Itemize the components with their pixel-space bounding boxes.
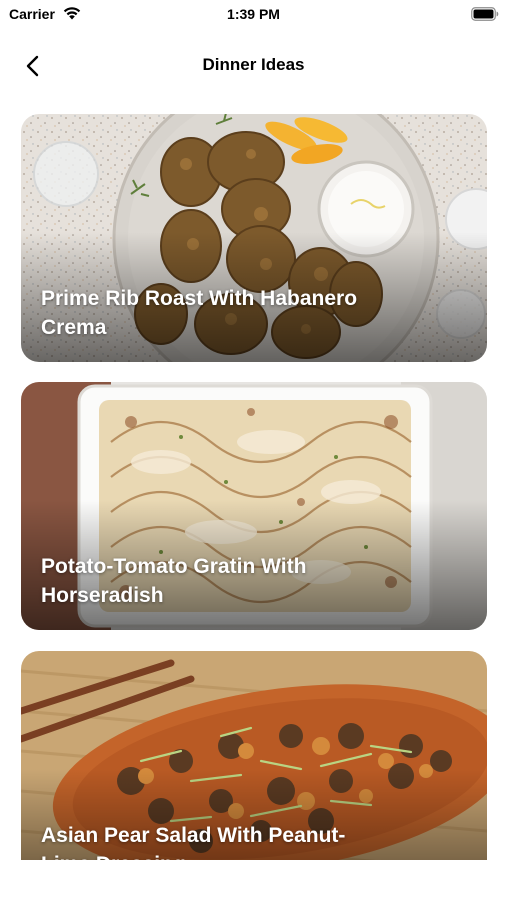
recipe-card[interactable]: Prime Rib Roast With Habanero Crema <box>21 114 487 362</box>
recipe-list[interactable]: Prime Rib Roast With Habanero Crema Pota… <box>21 114 487 860</box>
navigation-bar: Dinner Ideas <box>0 44 507 88</box>
recipe-title: Asian Pear Salad With Peanut-Lime Dressi… <box>41 824 346 860</box>
recipe-card[interactable]: Asian Pear Salad With Peanut-Lime Dressi… <box>21 651 487 860</box>
recipe-title: Potato-Tomato Gratin With Horseradish <box>41 555 307 607</box>
page-title: Dinner Ideas <box>202 55 305 74</box>
recipe-card[interactable]: Potato-Tomato Gratin With Horseradish <box>21 382 487 630</box>
status-time: 1:39 PM <box>227 6 280 22</box>
battery-icon <box>471 7 499 21</box>
status-bar: Carrier 1:39 PM <box>0 0 507 30</box>
recipe-title: Prime Rib Roast With Habanero Crema <box>41 287 358 339</box>
